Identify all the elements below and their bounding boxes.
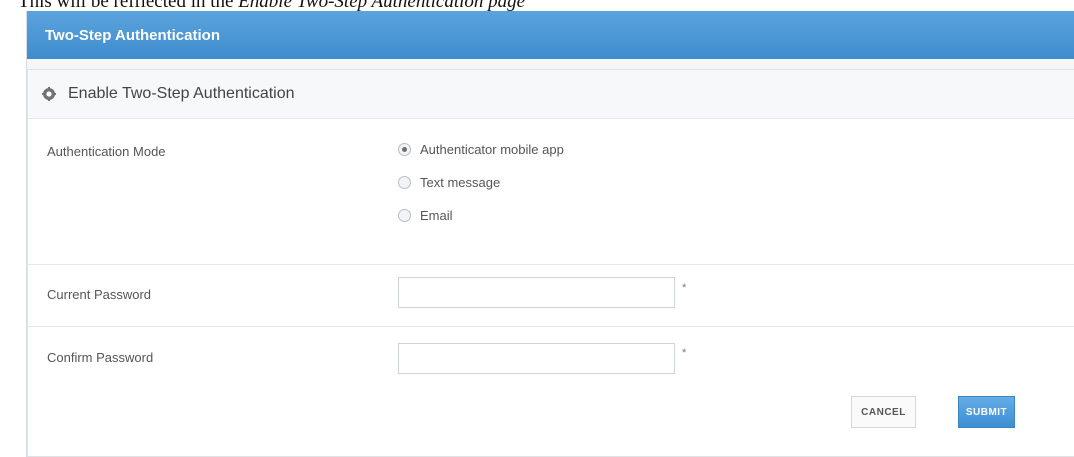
radio-label: Authenticator mobile app — [420, 142, 564, 157]
current-password-input[interactable] — [398, 277, 675, 308]
section-title: Enable Two-Step Authentication — [68, 85, 295, 102]
enable-two-step-section: Enable Two-Step Authentication Authentic… — [27, 69, 1074, 457]
cancel-button[interactable]: CANCEL — [851, 396, 916, 428]
submit-button[interactable]: SUBMIT — [958, 396, 1015, 428]
row-divider — [28, 264, 1074, 265]
gear-icon — [42, 87, 56, 101]
row-divider — [28, 326, 1074, 327]
confirm-password-input[interactable] — [398, 343, 675, 374]
radio-label: Email — [420, 208, 453, 223]
required-marker: * — [682, 282, 687, 294]
two-step-auth-panel: Two-Step Authentication Enable Two-Step … — [26, 11, 1074, 457]
current-password-label: Current Password — [47, 287, 152, 302]
radio-button[interactable] — [398, 143, 411, 156]
required-marker: * — [682, 347, 687, 359]
radio-option-text-message[interactable]: Text message — [398, 175, 500, 190]
radio-button[interactable] — [398, 209, 411, 222]
panel-gap — [27, 59, 1074, 69]
panel-title: Two-Step Authentication — [45, 26, 220, 44]
auth-mode-label: Authentication Mode — [47, 144, 166, 159]
panel-header: Two-Step Authentication — [27, 11, 1074, 59]
radio-option-authenticator-app[interactable]: Authenticator mobile app — [398, 142, 564, 157]
confirm-password-label: Confirm Password — [47, 350, 154, 365]
radio-label: Text message — [420, 175, 501, 190]
radio-selected-dot — [402, 147, 407, 152]
radio-button[interactable] — [398, 176, 411, 189]
section-header: Enable Two-Step Authentication — [28, 70, 1074, 119]
radio-option-email[interactable]: Email — [398, 208, 453, 223]
